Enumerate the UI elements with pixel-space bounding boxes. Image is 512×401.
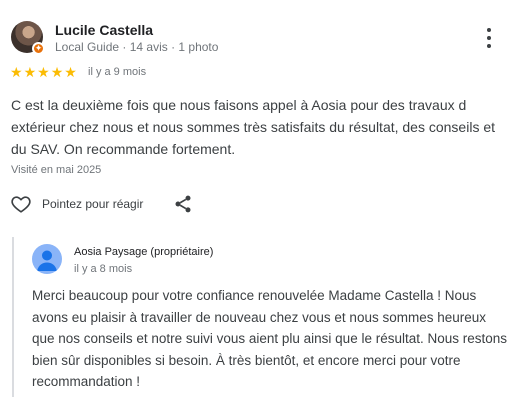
review-card: ✦ Lucile Castella Local Guide · 14 avis …: [0, 0, 512, 401]
react-label[interactable]: Pointez pour réagir: [42, 197, 143, 211]
review-date: il y a 9 mois: [88, 66, 147, 78]
reviewer-meta: Local Guide · 14 avis · 1 photo: [55, 40, 219, 54]
review-text: C est la deuxième fois que nous faisons …: [11, 97, 496, 157]
owner-avatar: [32, 244, 62, 274]
star-icon: ★: [37, 64, 50, 80]
owner-reply-date: il y a 8 mois: [74, 263, 133, 275]
local-guide-badge-icon: ✦: [32, 42, 45, 55]
star-icon: ★: [23, 64, 37, 80]
star-rating: ★ ★ ★ ★ ★: [10, 65, 77, 79]
star-icon: ★: [10, 64, 23, 80]
visit-date: Visité en mai 2025: [11, 164, 102, 176]
reviewer-name[interactable]: Lucile Castella: [55, 22, 153, 38]
owner-name: Aosia Paysage (propriétaire): [74, 246, 214, 258]
owner-reply: Aosia Paysage (propriétaire) il y a 8 mo…: [12, 237, 512, 397]
reviewer-avatar[interactable]: ✦: [11, 21, 45, 55]
owner-reply-text: Merci beaucoup pour votre confiance reno…: [32, 288, 508, 389]
heart-outline-icon[interactable]: [10, 193, 32, 215]
share-icon[interactable]: [173, 194, 193, 214]
person-icon: [37, 250, 57, 271]
star-icon: ★: [64, 64, 77, 80]
react-button[interactable]: Pointez pour réagir: [10, 192, 143, 216]
star-icon: ★: [50, 64, 64, 80]
more-options-icon[interactable]: [480, 28, 498, 48]
